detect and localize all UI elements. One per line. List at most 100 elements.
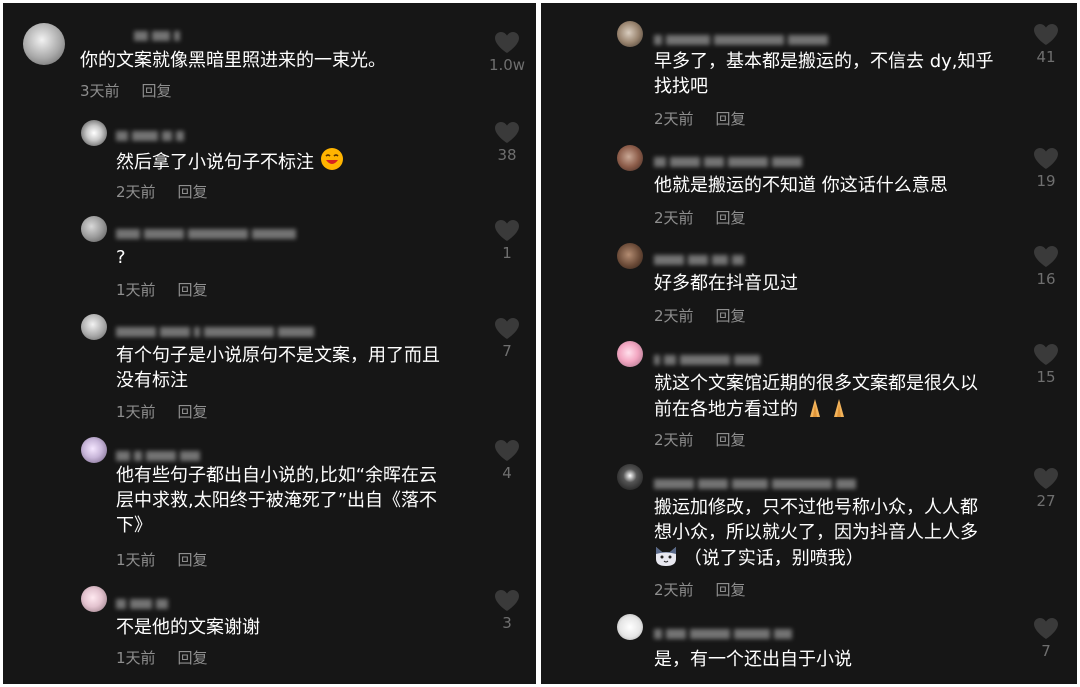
like-button[interactable]: 1: [485, 219, 529, 262]
heart-icon: [495, 440, 519, 461]
reply-button[interactable]: 回复: [716, 110, 746, 128]
reply-button[interactable]: 回复: [178, 649, 208, 667]
comment-time: 3天前: [80, 82, 120, 100]
reply-button[interactable]: 回复: [142, 82, 172, 100]
comment-meta: 1天前 回复: [116, 281, 208, 299]
comment-time: 1天前: [116, 551, 156, 569]
comment-time: 1天前: [116, 649, 156, 667]
like-button[interactable]: 16: [1024, 245, 1068, 288]
reply-item: 搬运加修改，只不过他号称小众，人人都 想小众，所以就火了，因为抖音人上人多 （说…: [541, 455, 1077, 605]
comment-meta: 2天前 回复: [116, 183, 208, 201]
comment-time: 1天前: [116, 403, 156, 421]
cat-face-emoji: [656, 547, 676, 566]
heart-icon: [1034, 148, 1058, 169]
reply-button[interactable]: 回复: [178, 183, 208, 201]
heart-icon: [495, 32, 519, 53]
like-count: 19: [1036, 172, 1056, 190]
heart-icon: [495, 220, 519, 241]
left-comment-panel: 你的文案就像黑暗里照进来的一束光。 3天前 回复 1.0w 然后拿了小说句子不标注…: [3, 3, 536, 684]
reply-item: 是，有一个还出自于小说 7: [541, 605, 1077, 684]
like-count: 41: [1036, 48, 1056, 66]
like-button[interactable]: 41: [1024, 23, 1068, 66]
like-count: 16: [1036, 270, 1056, 288]
right-comment-panel: 早多了，基本都是搬运的，不信去 dy,知乎 找找吧 2天前 回复 41 他就是搬运…: [541, 3, 1077, 684]
reply-button[interactable]: 回复: [178, 281, 208, 299]
comment-text: 就这个文案馆近期的很多文案都是很久以 前在各地方看过的: [654, 373, 978, 420]
reply-button[interactable]: 回复: [716, 209, 746, 227]
username-blurred[interactable]: [134, 25, 184, 41]
comment-meta: 2天前 回复: [654, 110, 746, 128]
username-blurred[interactable]: [116, 223, 300, 239]
like-button[interactable]: 4: [485, 439, 529, 482]
reply-item: 不是他的文案谢谢 1天前 回复 3: [3, 581, 536, 684]
comment-meta: 2天前 回复: [654, 209, 746, 227]
reply-item: 他有些句子都出自小说的,比如“余晖在云 层中求救,太阳终于被淹死了”出自《落不 …: [3, 433, 536, 581]
username-blurred[interactable]: [654, 29, 832, 45]
avatar[interactable]: [617, 145, 643, 171]
heart-icon: [1034, 24, 1058, 45]
avatar[interactable]: [81, 437, 107, 463]
like-count: 4: [502, 464, 512, 482]
comment-meta: 1天前 回复: [116, 649, 208, 667]
username-blurred[interactable]: [654, 473, 860, 489]
avatar[interactable]: [617, 614, 643, 640]
comment-time: 2天前: [654, 110, 694, 128]
heart-icon: [495, 318, 519, 339]
username-blurred[interactable]: [654, 623, 796, 639]
username-blurred[interactable]: [116, 125, 188, 141]
username-blurred[interactable]: [116, 321, 318, 337]
avatar[interactable]: [23, 23, 65, 65]
avatar[interactable]: [617, 464, 643, 490]
comment-time: 2天前: [116, 183, 156, 201]
comment-time: 2天前: [654, 581, 694, 599]
reply-item: 然后拿了小说句子不标注 2天前 回复 38: [3, 113, 536, 211]
comment-meta: 2天前 回复: [654, 581, 746, 599]
comment-time: 2天前: [654, 431, 694, 449]
like-button[interactable]: 19: [1024, 147, 1068, 190]
reply-button[interactable]: 回复: [716, 581, 746, 599]
reply-button[interactable]: 回复: [178, 551, 208, 569]
like-button[interactable]: 1.0w: [485, 31, 529, 74]
avatar[interactable]: [81, 216, 107, 242]
praying-hands-emoji: [809, 399, 844, 417]
like-count: 15: [1036, 368, 1056, 386]
like-button[interactable]: 3: [485, 589, 529, 632]
comment-text: 搬运加修改，只不过他号称小众，人人都 想小众，所以就火了，因为抖音人上人多 （说…: [654, 497, 978, 569]
reply-button[interactable]: 回复: [716, 307, 746, 325]
comment-text: 你的文案就像黑暗里照进来的一束光。: [80, 50, 386, 71]
avatar[interactable]: [81, 586, 107, 612]
like-button[interactable]: 38: [485, 121, 529, 164]
like-button[interactable]: 7: [1024, 617, 1068, 660]
avatar[interactable]: [617, 243, 643, 269]
username-blurred[interactable]: [654, 349, 764, 365]
reply-button[interactable]: 回复: [716, 431, 746, 449]
username-blurred[interactable]: [116, 445, 204, 461]
avatar[interactable]: [617, 21, 643, 47]
like-count: 7: [502, 342, 512, 360]
heart-icon: [1034, 468, 1058, 489]
comment-text: 是，有一个还出自于小说: [654, 649, 852, 670]
reply-item: 好多都在抖音见过 2天前 回复 16: [541, 233, 1077, 331]
like-count: 1.0w: [488, 56, 526, 74]
comment-text: 早多了，基本都是搬运的，不信去 dy,知乎 找找吧: [654, 51, 994, 97]
like-button[interactable]: 7: [485, 317, 529, 360]
comment-meta: 1天前 回复: [116, 403, 208, 421]
heart-icon: [1034, 618, 1058, 639]
comment-text: 他就是搬运的不知道 你这话什么意思: [654, 175, 948, 196]
comment-text: 他有些句子都出自小说的,比如“余晖在云 层中求救,太阳终于被淹死了”出自《落不 …: [116, 465, 438, 536]
reply-button[interactable]: 回复: [178, 403, 208, 421]
avatar[interactable]: [81, 120, 107, 146]
comment-meta: 3天前 回复: [80, 82, 172, 100]
heart-icon: [1034, 344, 1058, 365]
like-button[interactable]: 27: [1024, 467, 1068, 510]
like-button[interactable]: 15: [1024, 343, 1068, 386]
like-count: 7: [1041, 642, 1051, 660]
username-blurred[interactable]: [654, 249, 748, 265]
avatar[interactable]: [81, 314, 107, 340]
comment-text: 好多都在抖音见过: [654, 273, 798, 294]
username-blurred[interactable]: [116, 593, 172, 609]
username-blurred[interactable]: [654, 151, 806, 167]
avatar[interactable]: [617, 341, 643, 367]
heart-icon: [495, 590, 519, 611]
comment-item: 你的文案就像黑暗里照进来的一束光。 3天前 回复 1.0w: [3, 3, 536, 113]
